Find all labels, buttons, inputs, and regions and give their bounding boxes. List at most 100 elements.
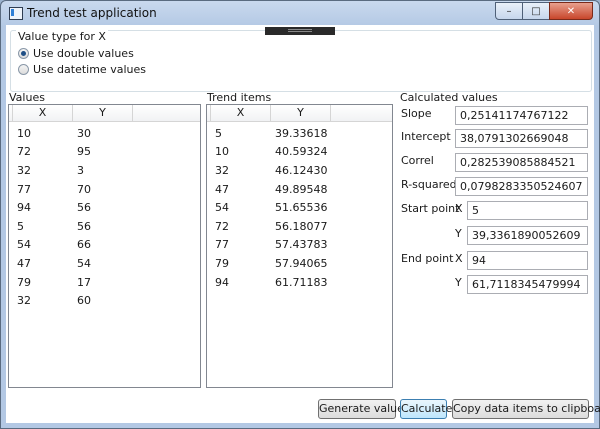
start-point-label: Start point <box>401 202 460 215</box>
trend-y-cell: 61.7118345 <box>275 275 327 289</box>
values-row[interactable]: 10 30 <box>9 124 200 143</box>
values-y-cell: 17 <box>77 275 91 289</box>
values-row[interactable]: 32 3 <box>9 161 200 180</box>
minimize-button[interactable]: – <box>495 2 523 20</box>
values-row[interactable]: 79 17 <box>9 273 200 292</box>
trend-row[interactable]: 72 56.1807760 <box>207 217 392 236</box>
trend-col-y[interactable]: Y <box>271 105 331 121</box>
client-area: Value type for X Use double values Use d… <box>6 25 600 423</box>
values-label: Values <box>9 91 45 104</box>
start-x-label: X <box>455 202 463 215</box>
rsquared-field[interactable]: 0,0798283350524607 <box>455 177 588 196</box>
trend-col-x[interactable]: X <box>211 105 271 121</box>
resize-grip-handle[interactable] <box>265 27 335 35</box>
rsquared-label: R-squared <box>401 178 457 191</box>
trend-y-cell: 39.336189( <box>275 126 327 140</box>
copy-to-clipboard-button[interactable]: Copy data items to clipboard <box>452 399 600 419</box>
values-x-cell: 72 <box>17 145 31 159</box>
values-y-cell: 60 <box>77 294 91 308</box>
end-x-field[interactable]: 94 <box>467 251 588 270</box>
app-icon <box>9 7 23 20</box>
radio-double-label: Use double values <box>33 47 134 60</box>
correl-field[interactable]: 0,282539085884521 <box>455 153 588 172</box>
start-y-label: Y <box>455 227 462 240</box>
values-col-y[interactable]: Y <box>73 105 133 121</box>
trend-x-cell: 77 <box>215 238 229 252</box>
values-row[interactable]: 77 70 <box>9 180 200 199</box>
values-x-cell: 10 <box>17 126 31 140</box>
values-row[interactable]: 32 60 <box>9 291 200 310</box>
end-point-label: End point <box>401 252 454 265</box>
trend-label: Trend items <box>207 91 272 104</box>
end-y-field[interactable]: 61,7118345479994 <box>467 275 588 294</box>
values-row[interactable]: 94 56 <box>9 198 200 217</box>
radio-datetime[interactable]: Use datetime values <box>18 63 146 76</box>
values-x-cell: 77 <box>17 182 31 196</box>
calculate-button[interactable]: Calculate <box>400 399 452 419</box>
values-y-cell: 56 <box>77 201 91 215</box>
correl-label: Correl <box>401 154 434 167</box>
radio-datetime-label: Use datetime values <box>33 63 146 76</box>
window-title: Trend test application <box>27 6 157 20</box>
trend-row[interactable]: 77 57.4378348 <box>207 236 392 255</box>
values-y-cell: 95 <box>77 145 91 159</box>
values-row[interactable]: 54 66 <box>9 236 200 255</box>
trend-row[interactable]: 47 49.8954824 <box>207 180 392 199</box>
values-y-cell: 66 <box>77 238 91 252</box>
intercept-field[interactable]: 38,0791302669048 <box>455 129 588 148</box>
title-bar[interactable]: Trend test application – □ ✕ <box>1 1 599 25</box>
trend-x-cell: 32 <box>215 163 229 177</box>
values-x-cell: 32 <box>17 294 31 308</box>
value-type-group: Value type for X Use double values Use d… <box>10 30 592 92</box>
trend-row[interactable]: 54 51.6553646 <box>207 198 392 217</box>
trend-y-cell: 57.9406583 <box>275 256 327 270</box>
start-x-field[interactable]: 5 <box>467 201 588 220</box>
values-y-cell: 3 <box>77 163 84 177</box>
radio-double-dot[interactable] <box>18 48 29 59</box>
app-window: Trend test application – □ ✕ Value type … <box>0 0 600 429</box>
values-listview[interactable]: X Y 10 30 72 95 32 3 77 70 94 56 5 56 54 66 47 54 79 17 32… <box>8 104 201 388</box>
trend-row[interactable]: 79 57.9406583 <box>207 254 392 273</box>
trend-y-cell: 57.4378348 <box>275 238 327 252</box>
trend-y-cell: 49.8954824 <box>275 182 327 196</box>
start-y-field[interactable]: 39,3361890052609 <box>467 226 588 245</box>
close-button[interactable]: ✕ <box>549 2 593 20</box>
trend-y-cell: 56.1807760 <box>275 219 327 233</box>
values-row[interactable]: 72 95 <box>9 143 200 162</box>
trend-y-cell: 40.5932477 <box>275 145 327 159</box>
trend-x-cell: 72 <box>215 219 229 233</box>
values-col-x[interactable]: X <box>13 105 73 121</box>
trend-x-cell: 5 <box>215 126 222 140</box>
trend-header: X Y <box>207 105 392 122</box>
values-row[interactable]: 47 54 <box>9 254 200 273</box>
values-x-cell: 79 <box>17 275 31 289</box>
radio-datetime-dot[interactable] <box>18 64 29 75</box>
trend-row[interactable]: 5 39.336189( <box>207 124 392 143</box>
trend-listview[interactable]: X Y 5 39.336189(10 40.5932477 32 46.1243061 4… <box>206 104 393 388</box>
trend-x-cell: 47 <box>215 182 229 196</box>
trend-row[interactable]: 10 40.5932477 <box>207 143 392 162</box>
values-y-cell: 54 <box>77 256 91 270</box>
calculated-label: Calculated values <box>400 91 498 104</box>
values-row[interactable]: 5 56 <box>9 217 200 236</box>
generate-values-button[interactable]: Generate values <box>318 399 410 419</box>
values-rows: 10 30 72 95 32 3 77 70 94 56 5 56 54 66 47 54 79 17 32 60 <box>9 122 200 310</box>
trend-x-cell: 54 <box>215 201 229 215</box>
slope-field[interactable]: 0,25141174767122 <box>455 106 588 125</box>
values-header: X Y <box>9 105 200 122</box>
trend-x-cell: 94 <box>215 275 229 289</box>
radio-double[interactable]: Use double values <box>18 47 134 60</box>
trend-rows: 5 39.336189( 10 40.5932477 32 46.1243061 47 49.… <box>207 122 392 291</box>
maximize-button[interactable]: □ <box>522 2 550 20</box>
intercept-label: Intercept <box>401 130 451 143</box>
values-x-cell: 32 <box>17 163 31 177</box>
values-x-cell: 47 <box>17 256 31 270</box>
values-x-cell: 5 <box>17 219 24 233</box>
trend-x-cell: 79 <box>215 256 229 270</box>
values-y-cell: 70 <box>77 182 91 196</box>
trend-row[interactable]: 94 61.7118345 <box>207 273 392 292</box>
values-y-cell: 56 <box>77 219 91 233</box>
slope-label: Slope <box>401 107 432 120</box>
trend-row[interactable]: 32 46.1243061 <box>207 161 392 180</box>
end-x-label: X <box>455 252 463 265</box>
